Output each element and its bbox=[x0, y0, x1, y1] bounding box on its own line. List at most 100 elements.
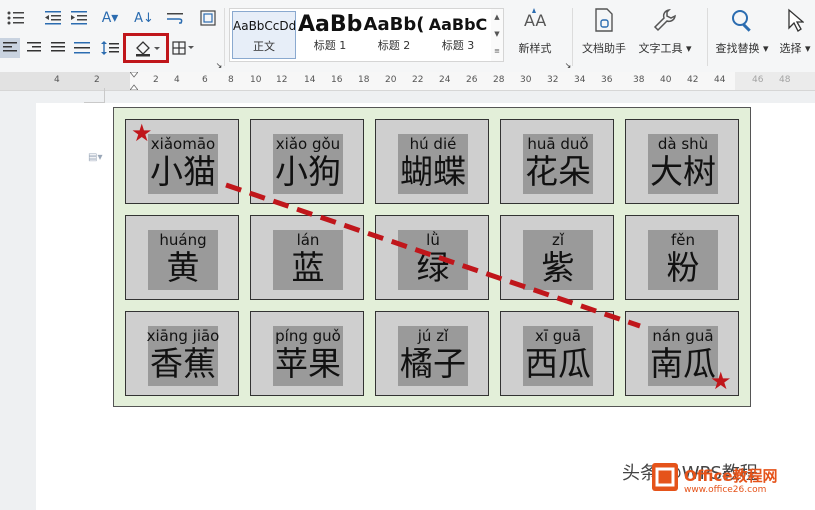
select-text: 选择 bbox=[779, 42, 802, 55]
ruler-tick: 18 bbox=[358, 75, 370, 85]
select-button[interactable]: 选择 ▾ bbox=[775, 8, 815, 62]
card-pinyin: lán bbox=[296, 231, 320, 249]
bullet-list-button[interactable] bbox=[4, 8, 28, 28]
ruler-margin-right bbox=[735, 72, 815, 90]
sort-icon: A↓ bbox=[134, 10, 154, 26]
ribbon-separator bbox=[707, 8, 708, 66]
doc-assistant-button[interactable]: 文档助手 bbox=[574, 8, 634, 62]
svg-text:AA: AA bbox=[524, 11, 546, 30]
styles-gallery: AaBbCcDd 正文 AaBb 标题 1 AaBb( 标题 2 AaBbC 标… bbox=[229, 8, 493, 62]
gallery-more-icon[interactable]: ≡ bbox=[491, 43, 503, 60]
style-heading-2[interactable]: AaBb( 标题 2 bbox=[362, 11, 426, 59]
ruler-tick: 26 bbox=[466, 75, 478, 85]
justify-button[interactable] bbox=[48, 38, 68, 58]
bullet-list-icon bbox=[7, 11, 24, 25]
card-pinyin: xiāng jiāo bbox=[146, 327, 220, 345]
paragraph-dialog-launcher[interactable]: ↘ bbox=[214, 60, 224, 70]
borders-button[interactable] bbox=[170, 38, 196, 58]
card-pinyin: lǜ bbox=[426, 231, 440, 249]
card-cell[interactable]: xiǎo gǒu 小狗 bbox=[250, 119, 364, 204]
sort-button[interactable]: A↓ bbox=[134, 8, 154, 28]
align-left-button[interactable] bbox=[0, 38, 20, 58]
paragraph-marks-icon bbox=[167, 13, 183, 24]
card-pinyin: dà shù bbox=[657, 135, 709, 153]
star-icon: ★ bbox=[131, 119, 153, 147]
card-cell[interactable]: zǐ 紫 bbox=[500, 215, 614, 300]
ruler-tick: 24 bbox=[439, 75, 451, 85]
justify-icon bbox=[51, 42, 65, 52]
table-of-contents-button[interactable] bbox=[198, 8, 218, 28]
wrench-icon bbox=[635, 8, 695, 34]
indent-marker[interactable] bbox=[129, 71, 139, 91]
logo-url: www.office26.com bbox=[684, 485, 767, 495]
scroll-up-icon[interactable]: ▲ bbox=[491, 9, 503, 26]
ruler-tick: 22 bbox=[412, 75, 424, 85]
ruler-tick: 28 bbox=[493, 75, 505, 85]
borders-icon bbox=[172, 41, 194, 55]
align-right-icon bbox=[27, 42, 41, 52]
styles-scroll[interactable]: ▲ ▼ ≡ bbox=[491, 8, 504, 62]
dialog-launcher-icon: ↘ bbox=[215, 60, 223, 70]
style-heading-1[interactable]: AaBb 标题 1 bbox=[298, 11, 362, 59]
card-pinyin: zǐ bbox=[551, 231, 565, 249]
card-cell[interactable]: dà shù 大树 bbox=[625, 119, 739, 204]
card-cell[interactable]: huā duǒ 花朵 bbox=[500, 119, 614, 204]
distributed-align-button[interactable] bbox=[72, 38, 92, 58]
line-spacing-button[interactable] bbox=[98, 38, 122, 58]
card-cell[interactable]: hú dié 蝴蝶 bbox=[375, 119, 489, 204]
style-label: 标题 1 bbox=[313, 39, 347, 52]
decrease-indent-icon bbox=[45, 11, 61, 25]
ruler-tick: 40 bbox=[660, 75, 672, 85]
distributed-align-icon bbox=[74, 42, 90, 54]
decrease-indent-button[interactable] bbox=[42, 8, 64, 28]
cursor-arrow-icon bbox=[775, 8, 815, 34]
style-label: 标题 3 bbox=[441, 39, 475, 52]
ruler-tick: 34 bbox=[574, 75, 586, 85]
align-left-icon bbox=[3, 42, 17, 52]
style-preview: AaBb( bbox=[363, 14, 425, 35]
office-logo-icon bbox=[652, 463, 678, 491]
card-cell[interactable]: xiāng jiāo 香蕉 bbox=[125, 311, 239, 396]
text-tools-button[interactable]: 文字工具 ▾ bbox=[635, 8, 695, 62]
new-style-button[interactable]: AA 新样式 bbox=[505, 8, 565, 62]
card-cell[interactable]: lǜ 绿 bbox=[375, 215, 489, 300]
style-normal[interactable]: AaBbCcDd 正文 bbox=[232, 11, 296, 59]
text-tools-label: 文字工具 ▾ bbox=[638, 42, 692, 55]
card-pinyin: nán guā bbox=[652, 327, 714, 345]
align-right-button[interactable] bbox=[24, 38, 44, 58]
ruler-margin-left bbox=[0, 72, 130, 90]
card-pinyin: píng guǒ bbox=[275, 327, 341, 345]
ruler-tick: 14 bbox=[304, 75, 316, 85]
card-cell[interactable]: huáng 黄 bbox=[125, 215, 239, 300]
card-hanzi: 黄 bbox=[166, 248, 200, 287]
card-cell[interactable]: fěn 粉 bbox=[625, 215, 739, 300]
find-replace-button[interactable]: 查找替换 ▾ bbox=[712, 8, 772, 62]
logo-title: Office教程网 bbox=[684, 467, 778, 485]
style-preview: AaBbC bbox=[428, 15, 488, 34]
card-hanzi: 粉 bbox=[666, 248, 700, 287]
style-heading-3[interactable]: AaBbC 标题 3 bbox=[426, 11, 490, 59]
card-cell[interactable]: xī guā 西瓜 bbox=[500, 311, 614, 396]
pinyin-card-table[interactable]: xiǎomāo 小猫 xiǎo gǒu 小狗 hú dié 蝴蝶 huā duǒ… bbox=[113, 107, 751, 407]
style-label: 标题 2 bbox=[377, 39, 411, 52]
paragraph-handle-icon[interactable]: ▤▾ bbox=[88, 152, 106, 166]
increase-indent-button[interactable] bbox=[68, 8, 90, 28]
card-hanzi: 大树 bbox=[650, 152, 716, 191]
show-hide-marks-button[interactable] bbox=[162, 8, 190, 28]
card-cell[interactable]: píng guǒ 苹果 bbox=[250, 311, 364, 396]
ruler-tick: 20 bbox=[385, 75, 397, 85]
horizontal-ruler[interactable]: 4 2 2 4 6 8 10 12 14 16 18 20 22 24 26 2… bbox=[0, 71, 815, 91]
style-label: 正文 bbox=[253, 40, 275, 53]
chinese-layout-button[interactable]: A▾ bbox=[96, 8, 124, 28]
card-hanzi: 苹果 bbox=[275, 344, 341, 383]
card-pinyin: huáng bbox=[159, 231, 207, 249]
card-hanzi: 西瓜 bbox=[525, 344, 591, 383]
frame-icon bbox=[200, 10, 216, 26]
dialog-launcher-icon: ↘ bbox=[564, 60, 572, 70]
ruler-tick: 2 bbox=[94, 75, 100, 85]
card-cell[interactable]: lán 蓝 bbox=[250, 215, 364, 300]
scroll-down-icon[interactable]: ▼ bbox=[491, 26, 503, 43]
card-cell[interactable]: jú zǐ 橘子 bbox=[375, 311, 489, 396]
star-icon: ★ bbox=[710, 367, 732, 395]
highlight-box bbox=[123, 33, 169, 63]
